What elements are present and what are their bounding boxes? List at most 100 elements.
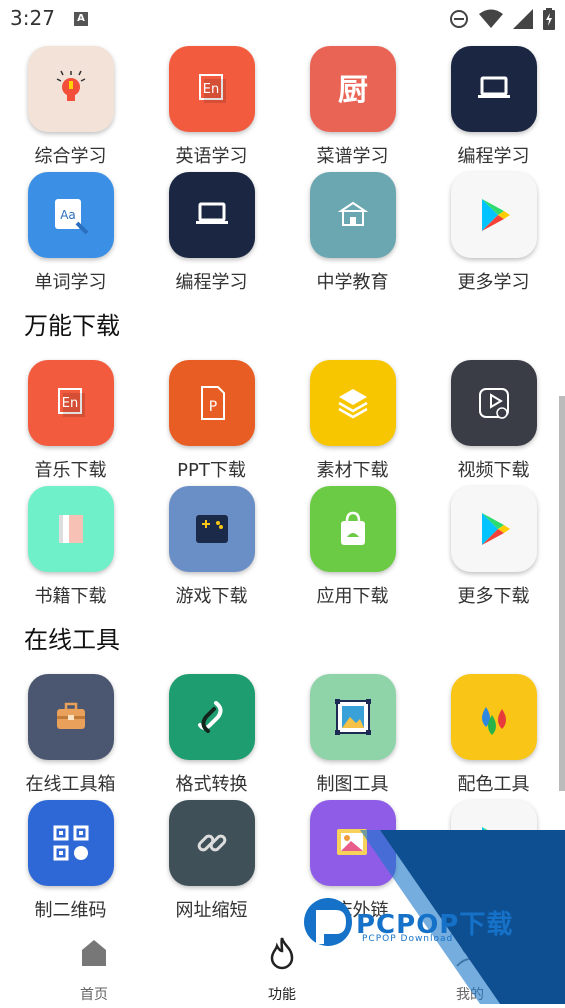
convert-icon-tile[interactable] xyxy=(169,674,255,760)
play-store-icon xyxy=(472,821,516,865)
section_download-item[interactable]: 视频下载 xyxy=(423,352,564,481)
status-bar: 3:27 A xyxy=(0,0,565,38)
toolbox-icon-tile[interactable] xyxy=(28,674,114,760)
nav-mine-label: 我的 xyxy=(456,987,484,1003)
signal-icon xyxy=(513,9,533,29)
video-download-icon xyxy=(472,381,516,425)
image-upload-icon-tile[interactable] xyxy=(310,800,396,886)
section_learn-item-label: 更多学习 xyxy=(457,272,530,293)
english-icon: En xyxy=(49,381,93,425)
shopping-bag-icon-tile[interactable] xyxy=(310,486,396,572)
section_download-item-label: 书籍下载 xyxy=(34,586,107,607)
flame-icon xyxy=(270,937,294,970)
section_download-item[interactable]: 素材下载 xyxy=(282,352,423,481)
gamepad-icon xyxy=(190,507,234,551)
section_download-item[interactable]: P PPT下载 xyxy=(141,352,282,481)
dictionary-icon: Aa xyxy=(49,193,93,237)
section_learn-item-label: 中学教育 xyxy=(316,272,389,293)
image-frame-icon xyxy=(331,695,375,739)
home-icon xyxy=(82,940,106,966)
gamepad-icon-tile[interactable] xyxy=(169,486,255,572)
convert-icon xyxy=(190,695,234,739)
kitchen-icon-tile[interactable]: 厨 xyxy=(310,46,396,132)
section_learn-item-label: 编程学习 xyxy=(175,272,248,293)
section_learn-row-1: 综合学习 En 英语学习厨菜谱学习 编程学习 xyxy=(0,38,565,167)
nav-home[interactable]: 首页 xyxy=(0,930,188,1004)
section_tools-item[interactable]: 格式转换 xyxy=(141,666,282,795)
section_tools-item[interactable]: 制二维码 xyxy=(0,792,141,921)
english-icon-tile[interactable]: En xyxy=(169,46,255,132)
color-drops-icon xyxy=(472,695,516,739)
lightbulb-icon-tile[interactable] xyxy=(28,46,114,132)
function-content[interactable]: 综合学习 En 英语学习厨菜谱学习 编程学习 Aa 单词学习 编程学习 中学教育 更多学习 En 音… xyxy=(0,38,565,930)
image-frame-icon-tile[interactable] xyxy=(310,674,396,760)
section-title-tools: 在线工具 xyxy=(24,626,120,654)
section_tools-item[interactable]: 网址缩短 xyxy=(141,792,282,921)
toolbox-icon xyxy=(49,695,93,739)
section_tools-item[interactable]: 图床外链 xyxy=(282,792,423,921)
link-icon xyxy=(190,821,234,865)
nav-mine[interactable]: 我的 xyxy=(376,930,564,1004)
section_learn-row-2: Aa 单词学习 编程学习 中学教育 更多学习 xyxy=(0,164,565,293)
laptop-icon-tile[interactable] xyxy=(169,172,255,258)
color-drops-icon-tile[interactable] xyxy=(451,674,537,760)
play-store-icon-tile[interactable] xyxy=(451,800,537,886)
section_tools-item-label: 图床外链 xyxy=(316,900,389,921)
dnd-icon xyxy=(450,10,468,28)
section_tools-item[interactable]: 制图工具 xyxy=(282,666,423,795)
laptop-icon xyxy=(190,193,234,237)
section_download-item[interactable]: En 音乐下载 xyxy=(0,352,141,481)
play-store-icon-tile[interactable] xyxy=(451,486,537,572)
nav-functions[interactable]: 功能 xyxy=(188,930,376,1004)
nav-functions-label: 功能 xyxy=(268,987,296,1003)
section_learn-item[interactable]: 综合学习 xyxy=(0,38,141,167)
svg-text:Aa: Aa xyxy=(60,208,76,222)
svg-text:P: P xyxy=(209,399,217,415)
laptop-icon-tile[interactable] xyxy=(451,46,537,132)
section_learn-item[interactable]: 中学教育 xyxy=(282,164,423,293)
ppt-icon-tile[interactable]: P xyxy=(169,360,255,446)
section_download-item[interactable]: 书籍下载 xyxy=(0,478,141,607)
qr-code-icon-tile[interactable] xyxy=(28,800,114,886)
book-icon-tile[interactable] xyxy=(28,486,114,572)
book-icon xyxy=(49,507,93,551)
section_tools-item[interactable]: 在线工具箱 xyxy=(0,666,141,795)
section_download-row-1: En 音乐下载 P PPT下载 素材下载 视频下载 xyxy=(0,352,565,481)
kitchen-icon: 厨 xyxy=(331,67,375,111)
dictionary-icon-tile[interactable]: Aa xyxy=(28,172,114,258)
video-download-icon-tile[interactable] xyxy=(451,360,537,446)
link-icon-tile[interactable] xyxy=(169,800,255,886)
accessibility-badge-icon: A xyxy=(74,12,88,26)
section-title-download: 万能下载 xyxy=(24,312,120,340)
section_download-item[interactable]: 更多下载 xyxy=(423,478,564,607)
section_tools-item[interactable] xyxy=(423,792,564,918)
wifi-icon xyxy=(479,9,503,28)
play-store-icon-tile[interactable] xyxy=(451,172,537,258)
shopping-bag-icon xyxy=(331,507,375,551)
section_learn-item[interactable]: 编程学习 xyxy=(423,38,564,167)
scrollbar[interactable] xyxy=(559,396,565,791)
lightbulb-icon xyxy=(49,67,93,111)
section_download-item-label: 游戏下载 xyxy=(175,586,248,607)
section_download-item[interactable]: 应用下载 xyxy=(282,478,423,607)
section_download-item-label: 更多下载 xyxy=(457,586,530,607)
section_download-item[interactable]: 游戏下载 xyxy=(141,478,282,607)
english-icon: En xyxy=(190,67,234,111)
section_learn-item[interactable]: En 英语学习 xyxy=(141,38,282,167)
school-icon-tile[interactable] xyxy=(310,172,396,258)
qr-code-icon xyxy=(49,821,93,865)
section_learn-item[interactable]: 更多学习 xyxy=(423,164,564,293)
image-upload-icon xyxy=(331,821,375,865)
english-icon-tile[interactable]: En xyxy=(28,360,114,446)
nav-home-label: 首页 xyxy=(80,987,108,1003)
layers-icon-tile[interactable] xyxy=(310,360,396,446)
school-icon xyxy=(331,193,375,237)
section_learn-item[interactable]: Aa 单词学习 xyxy=(0,164,141,293)
section_tools-item[interactable]: 配色工具 xyxy=(423,666,564,795)
section_learn-item[interactable]: 厨菜谱学习 xyxy=(282,38,423,167)
section_learn-item[interactable]: 编程学习 xyxy=(141,164,282,293)
play-store-icon xyxy=(472,507,516,551)
status-icons xyxy=(449,8,555,30)
play-store-icon xyxy=(472,193,516,237)
section_download-item-label: 应用下载 xyxy=(316,586,389,607)
